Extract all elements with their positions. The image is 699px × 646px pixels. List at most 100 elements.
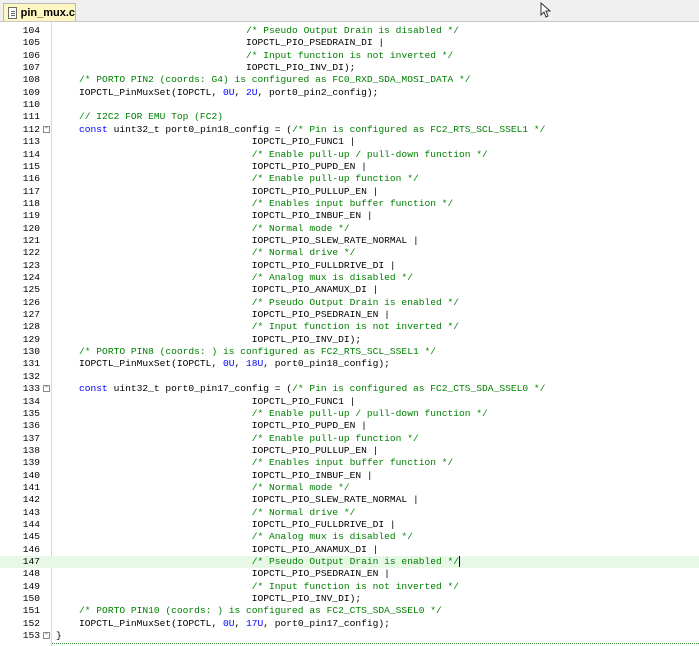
code-line[interactable]: 104 /* Pseudo Output Drain is disabled *…	[0, 25, 699, 37]
code-text: /* Normal drive */	[56, 507, 356, 519]
code-line[interactable]: 126 /* Pseudo Output Drain is enabled */	[0, 297, 699, 309]
code-text: IOPCTL_PinMuxSet(IOPCTL, 0U, 2U, port0_p…	[56, 87, 378, 99]
code-line[interactable]: 130 /* PORTO PIN8 (coords: ) is configur…	[0, 346, 699, 358]
code-line[interactable]: 133- const uint32_t port0_pin17_config =…	[0, 383, 699, 395]
code-editor[interactable]: 104 /* Pseudo Output Drain is disabled *…	[0, 22, 699, 646]
code-token: IOPCTL_PIO_PUPD_EN |	[56, 160, 367, 172]
line-number: 138	[22, 444, 40, 456]
code-line[interactable]: 111 // I2C2 FOR EMU Top (FC2)	[0, 111, 699, 123]
code-token: IOPCTL_PIO_ANAMUX_DI |	[56, 543, 379, 555]
line-number: 129	[22, 333, 40, 345]
code-line[interactable]: 127 IOPCTL_PIO_PSEDRAIN_EN |	[0, 309, 699, 321]
line-number: 113	[22, 136, 40, 148]
code-line[interactable]: 145 /* Analog mux is disabled */	[0, 531, 699, 543]
code-line[interactable]: 138 IOPCTL_PIO_PULLUP_EN |	[0, 445, 699, 457]
fold-toggle-icon[interactable]: -	[43, 385, 50, 393]
code-number: 17U	[246, 617, 264, 629]
code-line[interactable]: 120 /* Normal mode */	[0, 223, 699, 235]
code-text: IOPCTL_PIO_ANAMUX_DI |	[56, 543, 379, 556]
code-line[interactable]: 132	[0, 371, 699, 383]
code-text: /* Analog mux is disabled */	[56, 272, 413, 284]
code-line[interactable]: 109 IOPCTL_PinMuxSet(IOPCTL, 0U, 2U, por…	[0, 87, 699, 99]
code-line[interactable]: 117 IOPCTL_PIO_PULLUP_EN |	[0, 186, 699, 198]
code-line[interactable]: 137 /* Enable pull-up function */	[0, 433, 699, 445]
line-number: 105	[22, 37, 40, 49]
code-line[interactable]: 121 IOPCTL_PIO_SLEW_RATE_NORMAL |	[0, 235, 699, 247]
line-number: 150	[22, 593, 40, 605]
code-line[interactable]: 147 /* Pseudo Output Drain is enabled */	[0, 556, 699, 569]
code-line[interactable]: 108 /* PORTO PIN2 (coords: G4) is config…	[0, 74, 699, 86]
code-line[interactable]: 107 IOPCTL_PIO_INV_DI);	[0, 62, 699, 74]
code-token: ,	[234, 86, 246, 98]
code-line[interactable]: 110	[0, 99, 699, 111]
code-text: IOPCTL_PIO_SLEW_RATE_NORMAL |	[56, 235, 419, 247]
code-token: IOPCTL_PinMuxSet(IOPCTL,	[56, 358, 223, 370]
code-text: IOPCTL_PIO_INV_DI);	[56, 593, 361, 605]
line-number: 134	[22, 395, 40, 407]
line-number: 104	[22, 25, 40, 36]
code-token: IOPCTL_PIO_PULLUP_EN |	[56, 444, 379, 456]
code-line[interactable]: 142 IOPCTL_PIO_SLEW_RATE_NORMAL |	[0, 494, 699, 506]
code-line[interactable]: 122 /* Normal drive */	[0, 247, 699, 259]
code-line[interactable]: 139 /* Enables input buffer function */	[0, 457, 699, 469]
code-text: IOPCTL_PIO_PSEDRAIN_EN |	[56, 568, 390, 580]
code-text: // I2C2 FOR EMU Top (FC2)	[56, 111, 223, 123]
code-line[interactable]: 135 /* Enable pull-up / pull-down functi…	[0, 408, 699, 420]
code-text: /* Input function is not inverted */	[56, 581, 459, 593]
code-line[interactable]: 113 IOPCTL_PIO_FUNC1 |	[0, 136, 699, 148]
line-number: 115	[22, 160, 40, 172]
line-number: 112	[22, 123, 40, 135]
code-line[interactable]: 148 IOPCTL_PIO_PSEDRAIN_EN |	[0, 568, 699, 580]
code-line[interactable]: 152 IOPCTL_PinMuxSet(IOPCTL, 0U, 17U, po…	[0, 618, 699, 630]
code-comment: /* Input function is not inverted */	[246, 49, 454, 61]
tab-pin-mux-c[interactable]: pin_mux.c	[3, 3, 76, 21]
code-text: IOPCTL_PIO_ANAMUX_DI |	[56, 284, 379, 296]
code-line[interactable]: 125 IOPCTL_PIO_ANAMUX_DI |	[0, 284, 699, 296]
code-line[interactable]: 106 /* Input function is not inverted */	[0, 50, 699, 62]
code-line[interactable]: 134 IOPCTL_PIO_FUNC1 |	[0, 396, 699, 408]
code-line[interactable]: 131 IOPCTL_PinMuxSet(IOPCTL, 0U, 18U, po…	[0, 358, 699, 370]
code-line[interactable]: 105 IOPCTL_PIO_PSEDRAIN_DI |	[0, 37, 699, 49]
fold-toggle-icon[interactable]: -	[43, 125, 50, 133]
code-line[interactable]: 118 /* Enables input buffer function */	[0, 198, 699, 210]
code-line[interactable]: 143 /* Normal drive */	[0, 507, 699, 519]
fold-toggle-icon[interactable]: -	[43, 632, 50, 640]
code-line[interactable]: 116 /* Enable pull-up function */	[0, 173, 699, 185]
code-token: IOPCTL_PIO_FUNC1 |	[56, 395, 356, 407]
code-line[interactable]: 128 /* Input function is not inverted */	[0, 321, 699, 333]
line-number: 144	[22, 519, 40, 530]
code-line[interactable]: 129 IOPCTL_PIO_INV_DI);	[0, 334, 699, 346]
line-number: 126	[22, 296, 40, 308]
line-number: 151	[22, 605, 40, 617]
code-line[interactable]: 150 IOPCTL_PIO_INV_DI);	[0, 593, 699, 605]
code-text: IOPCTL_PIO_INV_DI);	[56, 334, 361, 346]
code-line[interactable]: 140 IOPCTL_PIO_INBUF_EN |	[0, 470, 699, 482]
code-line[interactable]: 149 /* Input function is not inverted */	[0, 581, 699, 593]
line-number: 139	[22, 457, 40, 469]
code-line[interactable]: 114 /* Enable pull-up / pull-down functi…	[0, 149, 699, 161]
code-token: IOPCTL_PIO_INV_DI);	[56, 593, 362, 605]
code-text: /* Enable pull-up function */	[56, 433, 419, 445]
code-line[interactable]: 119 IOPCTL_PIO_INBUF_EN |	[0, 210, 699, 222]
code-line[interactable]: 124 /* Analog mux is disabled */	[0, 272, 699, 284]
line-number: 147	[22, 556, 40, 568]
code-text: /* Analog mux is disabled */	[56, 531, 413, 543]
code-comment: // I2C2 FOR EMU Top (FC2)	[79, 111, 223, 123]
code-line[interactable]: 141 /* Normal mode */	[0, 482, 699, 494]
code-line[interactable]: 153-}	[0, 630, 699, 642]
code-line[interactable]: 146 IOPCTL_PIO_ANAMUX_DI |	[0, 544, 699, 556]
code-line[interactable]: 151 /* PORTO PIN10 (coords: ) is configu…	[0, 605, 699, 617]
code-line[interactable]: 115 IOPCTL_PIO_PUPD_EN |	[0, 161, 699, 173]
code-token: }	[56, 630, 62, 642]
code-token: , port0_pin2_config);	[257, 86, 379, 98]
code-comment: /* Normal drive */	[251, 247, 356, 259]
code-line[interactable]: 123 IOPCTL_PIO_FULLDRIVE_DI |	[0, 260, 699, 272]
code-line[interactable]: 112- const uint32_t port0_pin18_config =…	[0, 124, 699, 136]
code-line[interactable]: 144 IOPCTL_PIO_FULLDRIVE_DI |	[0, 519, 699, 531]
code-text: /* Normal drive */	[56, 247, 356, 259]
code-line[interactable]: 136 IOPCTL_PIO_PUPD_EN |	[0, 420, 699, 432]
